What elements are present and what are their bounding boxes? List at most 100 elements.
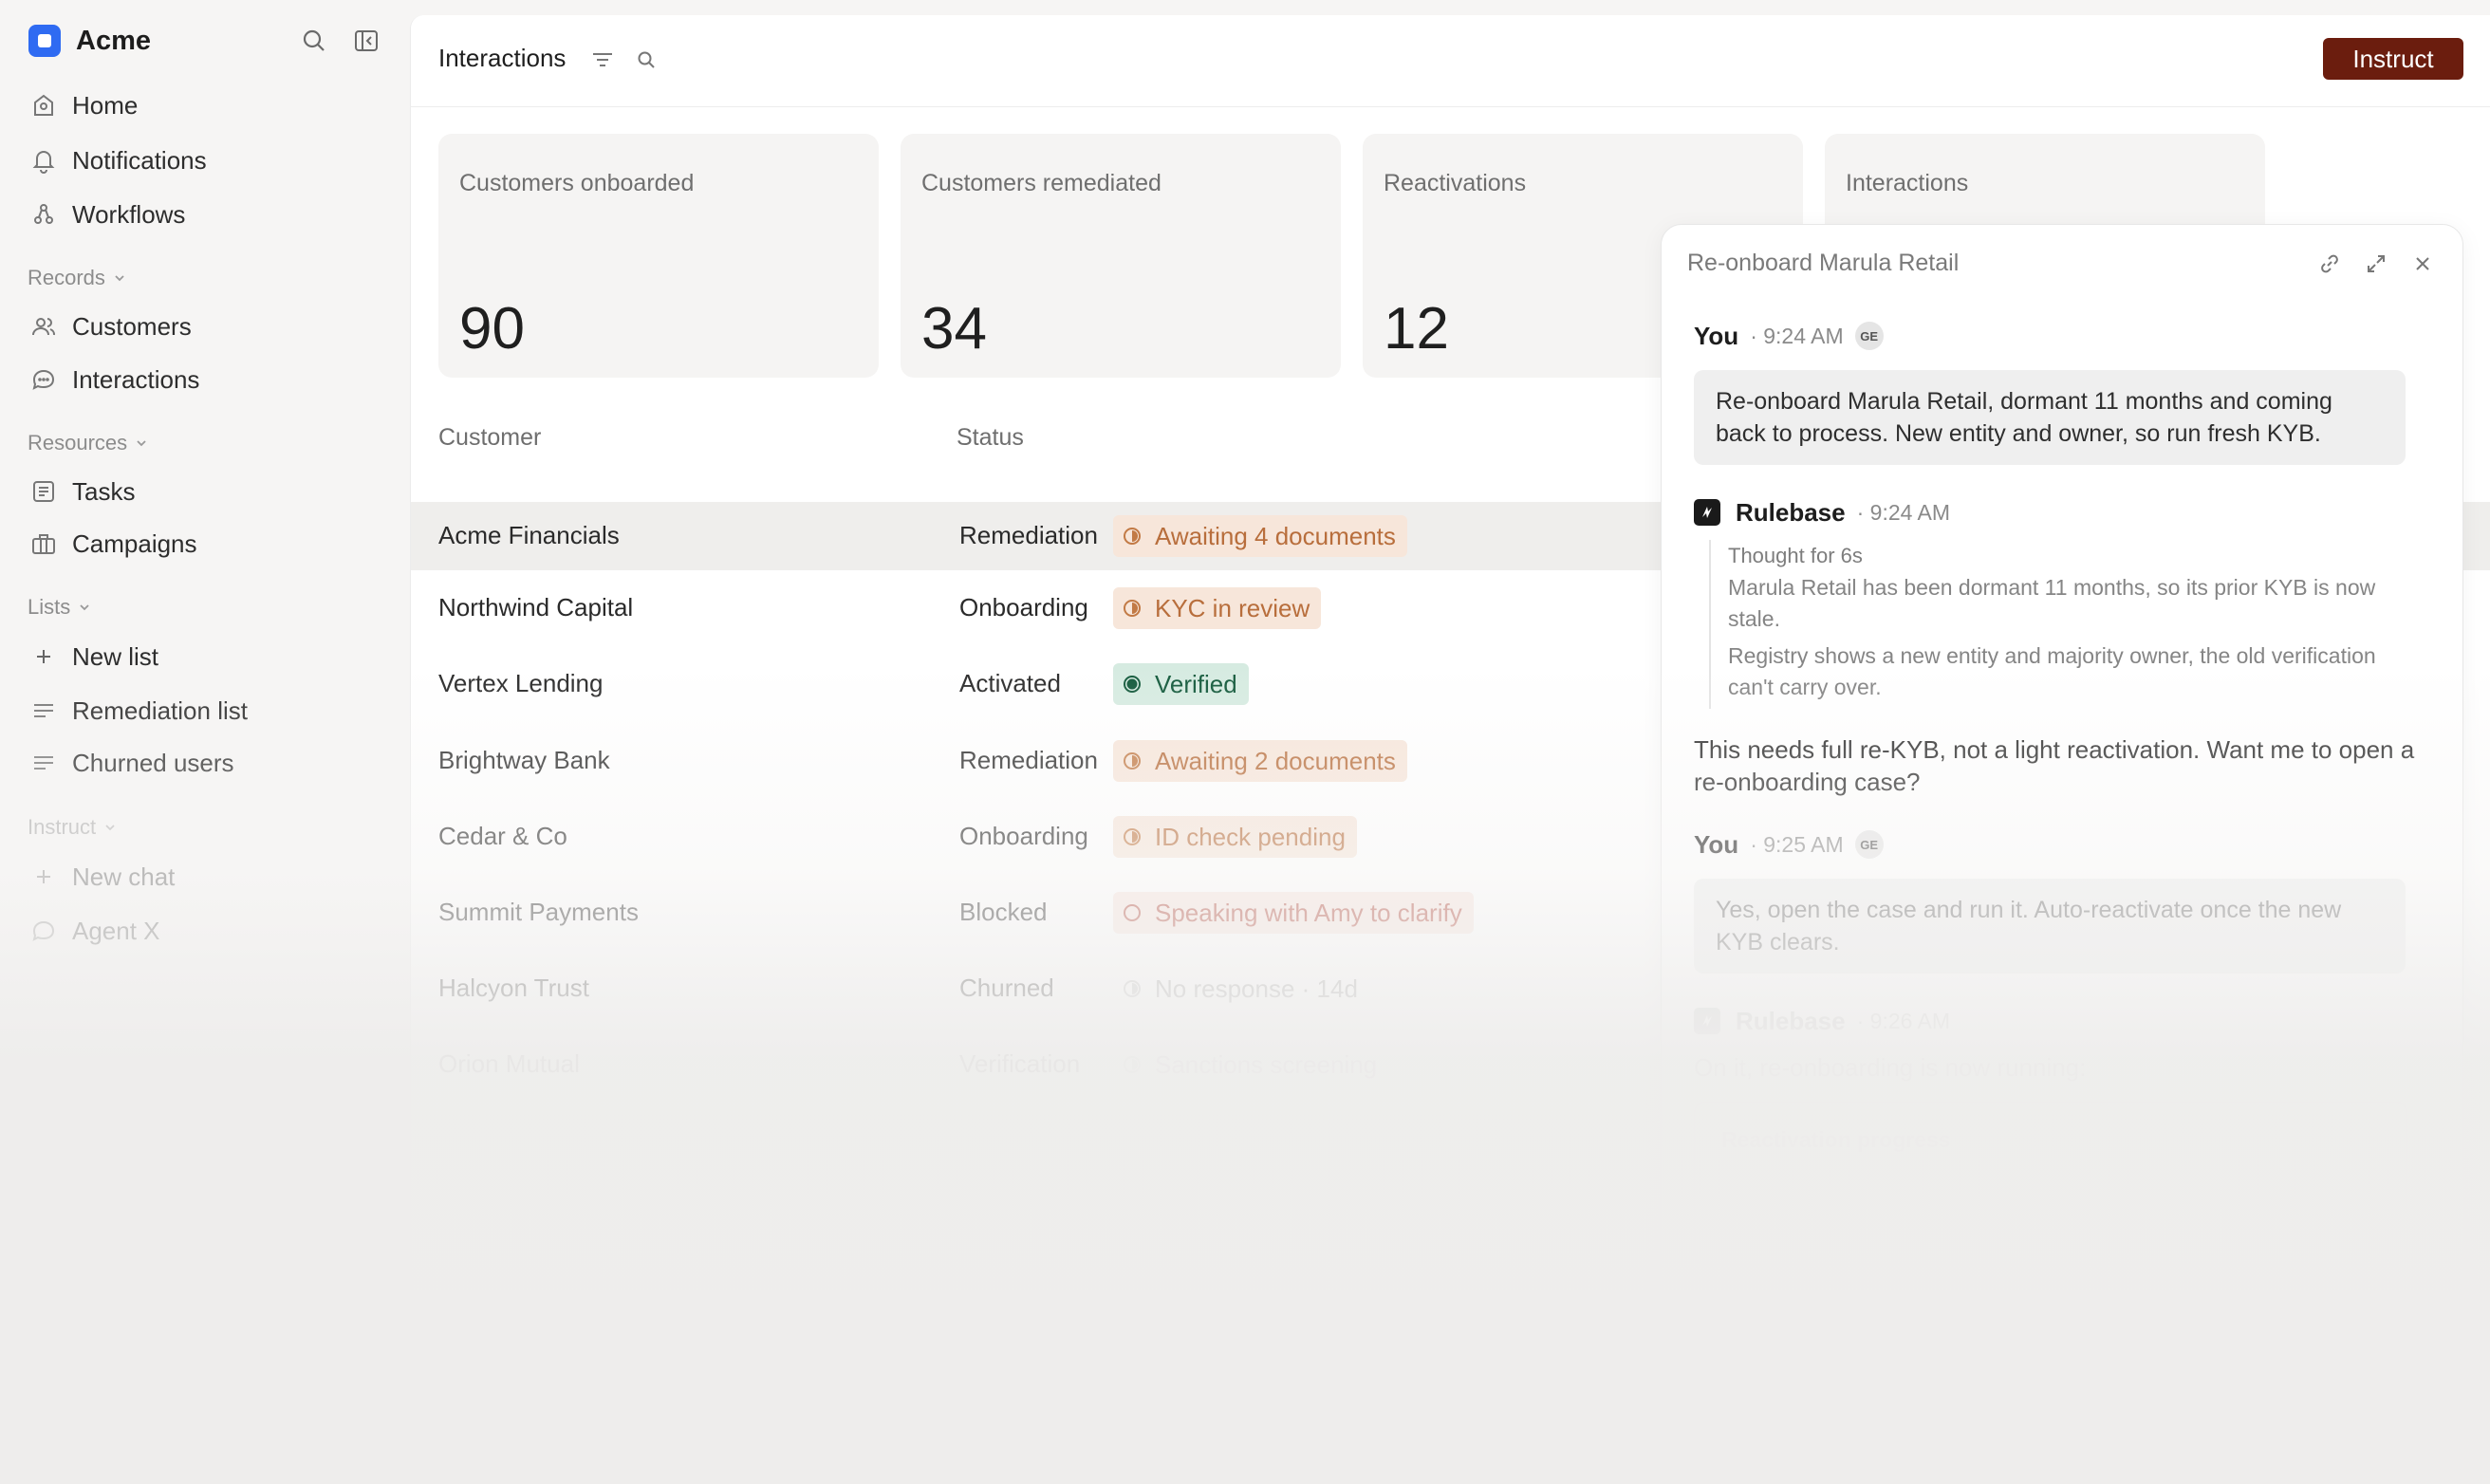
chat-bubble-icon [27,362,61,397]
customer-name: Vertex Lending [438,669,604,697]
sidebar-item-notifications[interactable]: Notifications [27,139,207,181]
stat-label: Reactivations [1384,170,1527,196]
filter-icon[interactable] [586,44,619,76]
empty-circle-icon [1124,904,1141,921]
list-icon [27,694,61,728]
sidebar-item-label: Churned users [72,748,234,777]
collapse-sidebar-icon[interactable] [350,25,382,57]
page-title: Interactions [438,44,567,72]
status-stage: Onboarding [959,593,1088,621]
status-badge-label: Verified [1155,669,1237,698]
section-header-instruct[interactable]: Instruct [28,813,117,842]
message-author: You [1694,321,1739,350]
stat-label: Customers onboarded [459,170,695,196]
status-badge-label: Awaiting 4 documents [1155,521,1396,550]
message-author: Rulebase [1736,497,1846,527]
workspace-switcher[interactable]: Acme [28,25,151,57]
close-icon[interactable] [2406,248,2439,280]
sidebar-item-remediation-list[interactable]: Remediation list [27,690,248,732]
sidebar-item-new-chat[interactable]: New chat [27,856,175,898]
status-badge: Speaking with Amy to clarify [1113,892,1474,934]
customer-name: Cedar & Co [438,822,567,850]
search-icon[interactable] [630,44,662,76]
instruct-button[interactable]: Instruct [2323,38,2463,80]
search-icon[interactable] [298,25,330,57]
sidebar-item-label: Home [72,90,139,120]
customer-name: Brightway Bank [438,746,610,774]
thought-line: Marula Retail has been dormant 11 months… [1728,575,2376,631]
user-message-bubble: Re-onboard Marula Retail, dormant 11 mon… [1694,370,2406,465]
chat-panel: Re-onboard Marula Retail You · 9:24 AM G… [1661,224,2463,1459]
status-stage: Activated [959,669,1061,697]
status-badge: Awaiting 2 documents [1113,740,1407,782]
assistant-message: This needs full re-KYB, not a light reac… [1694,735,2415,796]
sidebar-item-workflows[interactable]: Workflows [27,194,185,235]
message-time: · 9:24 AM [1750,323,1844,348]
sidebar-item-new-list[interactable]: New list [27,636,158,677]
sidebar: Acme Home Notifications Workflows Record… [0,0,410,1484]
thought-block[interactable]: Thought for 6s Marula Retail has been do… [1709,540,2411,709]
section-label: Resources [28,431,128,454]
workspace-name: Acme [76,25,151,56]
status-badge: ID check pending [1113,816,1357,858]
stat-label: Customers remediated [921,170,1161,196]
status-badge-label: ID check pending [1155,822,1346,851]
acme-logo-icon [28,25,61,57]
section-label: Records [28,266,105,289]
sidebar-item-campaigns[interactable]: Campaigns [27,523,197,565]
expand-icon[interactable] [2360,248,2392,280]
sidebar-item-churned-users[interactable]: Churned users [27,742,234,784]
half-circle-icon [1124,828,1141,845]
status-badge-label: Sanctions screening [1155,1049,1378,1079]
message-header: Rulebase · 9:24 AM [1694,496,1950,529]
sidebar-item-home[interactable]: Home [27,84,138,126]
bell-icon [27,143,61,177]
avatar: GE [1854,830,1884,859]
stat-card-onboarded[interactable]: Customers onboarded 90 [438,134,879,378]
section-header-records[interactable]: Records [28,264,126,292]
status-badge: Awaiting 4 documents [1113,515,1407,557]
sidebar-item-agent-x[interactable]: Agent X [27,910,160,952]
plus-icon [27,640,61,674]
sidebar-item-label: Campaigns [72,529,197,558]
status-stage: Onboarding [959,822,1088,850]
progress-card-title: Reactivation progress [1721,1127,1951,1152]
half-circle-icon [1124,1056,1141,1073]
sidebar-item-label: Remediation list [72,696,248,725]
rulebase-logo-icon [1694,499,1720,526]
column-header-customer[interactable]: Customer [438,424,541,452]
message-time: · 9:24 AM [1856,499,1951,525]
half-circle-icon [1124,752,1141,770]
half-circle-icon [1124,600,1141,617]
section-header-lists[interactable]: Lists [28,593,91,621]
status-badge-label: KYC in review [1155,593,1310,622]
column-header-status[interactable]: Status [957,424,1024,452]
status-stage: Blocked [959,898,1048,926]
status-stage: Verification [959,1049,1081,1078]
top-bar: Interactions Instruct [411,15,2490,107]
customer-name: Northwind Capital [438,593,634,621]
stat-card-remediated[interactable]: Customers remediated 34 [901,134,1341,378]
reactivation-progress-card[interactable]: Reactivation progress [1694,1102,2407,1265]
plus-icon [27,860,61,894]
sidebar-item-tasks[interactable]: Tasks [27,471,135,512]
half-circle-icon [1124,528,1141,545]
user-message-bubble: Yes, open the case and run it. Auto-reac… [1694,879,2406,974]
thought-header: Thought for 6s [1728,544,1863,567]
sidebar-item-label: New list [72,641,159,671]
sidebar-item-interactions[interactable]: Interactions [27,359,199,400]
stat-value: 34 [921,296,987,362]
avatar: GE [1854,322,1884,350]
customer-name: Orion Mutual [438,1049,580,1078]
rulebase-logo-icon [1694,1008,1720,1034]
message-time: · 9:25 AM [1750,831,1844,857]
link-icon[interactable] [2313,248,2346,280]
home-icon [27,88,61,122]
stat-value: 12 [1384,296,1449,362]
thought-line: Registry shows a new entity and majority… [1728,643,2376,699]
sidebar-item-customers[interactable]: Customers [27,306,192,347]
sidebar-item-label: New chat [72,862,176,891]
sidebar-item-label: Customers [72,311,192,341]
section-header-resources[interactable]: Resources [28,429,148,457]
tasks-icon [27,474,61,509]
